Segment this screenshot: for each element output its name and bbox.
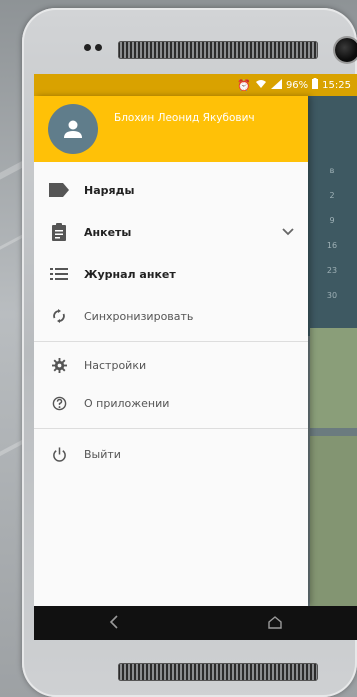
bottom-speaker-grille <box>118 663 318 681</box>
menu-item-label: Анкеты <box>84 225 132 239</box>
gear-icon <box>34 357 84 373</box>
alarm-icon: ⏰ <box>237 78 251 92</box>
battery-percent: 96% <box>285 79 309 91</box>
home-icon[interactable] <box>268 614 282 633</box>
menu-item-settings[interactable]: Настройки <box>34 346 308 384</box>
drawer-menu-secondary: Настройки О приложении <box>34 346 308 422</box>
system-nav-bar <box>34 606 357 640</box>
navigation-drawer: Блохин Леонид Якубович Наряды Анкеты Жур… <box>34 96 308 606</box>
sensor-dots <box>84 44 102 51</box>
front-camera <box>335 38 357 62</box>
menu-item-logout[interactable]: Выйти <box>34 433 308 475</box>
status-bar: ⏰ 96% 15:25 <box>34 74 357 96</box>
calendar-value: в <box>329 166 335 175</box>
divider <box>34 428 308 429</box>
menu-item-label: Синхронизировать <box>84 309 194 323</box>
menu-item-label: О приложении <box>84 396 170 410</box>
phone-screen: ⏰ 96% 15:25 в 2 9 16 23 30 Блохин Леонид… <box>34 74 357 640</box>
battery-icon <box>312 78 319 92</box>
clipboard-icon <box>34 223 84 241</box>
drawer-header: Блохин Леонид Якубович <box>34 96 308 162</box>
menu-item-label: Настройки <box>84 358 147 372</box>
menu-item-questionnaire-log[interactable]: Журнал анкет <box>34 253 308 295</box>
back-icon[interactable] <box>109 614 119 633</box>
menu-item-sync[interactable]: Синхронизировать <box>34 295 308 337</box>
background-calendar: в 2 9 16 23 30 <box>320 166 344 300</box>
wifi-icon <box>255 79 267 92</box>
divider <box>34 341 308 342</box>
calendar-value: 30 <box>326 291 338 300</box>
chevron-down-icon[interactable] <box>282 226 294 239</box>
sync-icon <box>34 309 84 323</box>
menu-item-label: Выйти <box>84 447 121 461</box>
calendar-value: 23 <box>326 266 338 275</box>
avatar[interactable] <box>48 104 98 154</box>
menu-item-label: Журнал анкет <box>84 267 176 281</box>
power-icon <box>34 446 84 462</box>
help-icon <box>34 396 84 411</box>
menu-item-label: Наряды <box>84 183 135 197</box>
calendar-value: 9 <box>329 216 335 225</box>
background-card <box>310 436 357 606</box>
user-name: Блохин Леонид Якубович <box>114 112 255 124</box>
background-card <box>310 328 357 428</box>
calendar-value: 16 <box>326 241 338 250</box>
menu-item-about[interactable]: О приложении <box>34 384 308 422</box>
calendar-value: 2 <box>329 191 335 200</box>
label-icon <box>34 183 84 197</box>
menu-item-questionnaires[interactable]: Анкеты <box>34 211 308 253</box>
list-icon <box>34 268 84 280</box>
drawer-menu: Наряды Анкеты Журнал анкет Синхронизиров… <box>34 162 308 337</box>
drawer-menu-exit: Выйти <box>34 433 308 475</box>
signal-icon <box>270 78 282 92</box>
person-icon <box>64 120 82 138</box>
clock: 15:25 <box>322 79 351 91</box>
top-speaker-grille <box>118 41 318 59</box>
menu-item-orders[interactable]: Наряды <box>34 169 308 211</box>
